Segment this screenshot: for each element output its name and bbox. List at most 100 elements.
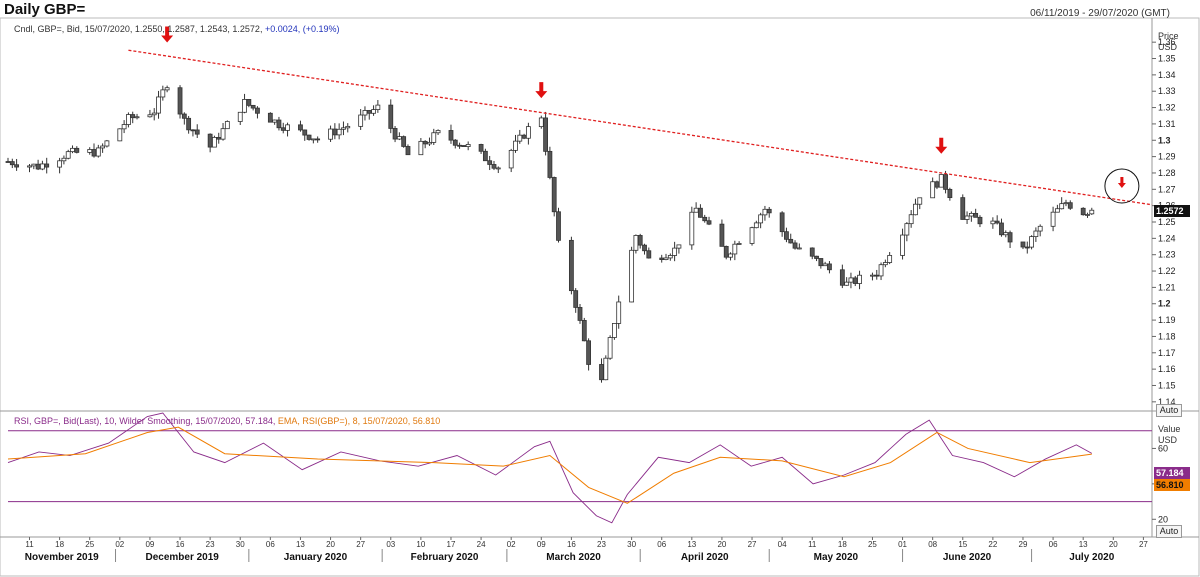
candle-body (9, 161, 15, 166)
price-tick-label: 1.3 (1158, 135, 1171, 145)
candle-body (844, 281, 850, 286)
candle-body (250, 104, 256, 109)
day-tick-label: 13 (296, 540, 305, 549)
day-tick-label: 18 (55, 540, 64, 549)
day-tick-label: 27 (748, 540, 757, 549)
candle-body (586, 340, 592, 365)
price-legend: Cndl, GBP=, Bid, 15/07/2020, 1.2550, 1.2… (14, 24, 340, 34)
candle-body (5, 161, 11, 163)
day-tick-label: 24 (477, 540, 486, 549)
red-down-arrow (935, 137, 948, 154)
candle-body (310, 138, 316, 141)
price-legend-change: +0.0024, (+0.19%) (264, 24, 340, 34)
day-tick-label: 25 (85, 540, 94, 549)
candle-body (822, 263, 828, 267)
candle-body (388, 104, 394, 129)
rsi-legend: RSI, GBP=, Bid(Last), 10, Wilder Smoothi… (14, 416, 440, 426)
candle-body (457, 144, 462, 147)
candle-body (698, 207, 703, 218)
candle-body (513, 140, 518, 151)
candle-body (418, 140, 424, 156)
candle-body (272, 119, 278, 123)
candle-body (719, 223, 725, 247)
candle-body (642, 244, 647, 252)
candle-body (392, 128, 398, 140)
page-title: Daily GBP= (4, 1, 86, 18)
price-tick-label: 1.18 (1158, 331, 1176, 341)
candle-body (706, 220, 712, 225)
candle-body (848, 277, 854, 283)
price-axis-title: Price (1158, 31, 1179, 41)
candle-body (328, 128, 333, 140)
day-tick-label: 02 (507, 540, 516, 549)
candle-body (900, 234, 905, 256)
candle-body (341, 127, 346, 130)
day-tick-label: 11 (25, 540, 34, 549)
candle-body (401, 136, 407, 147)
candle-body (766, 208, 772, 214)
candle-body (547, 150, 553, 178)
candle-body (736, 243, 742, 245)
candle-body (551, 177, 557, 213)
price-tick-label: 1.24 (1158, 233, 1176, 243)
rsi-auto-button[interactable]: Auto (1156, 525, 1182, 538)
candle-body (603, 357, 609, 381)
price-legend-text: Cndl, GBP=, Bid, 15/07/2020, 1.2550, 1.2… (14, 24, 265, 34)
candle-body (612, 323, 617, 338)
ema-value-tag: 56.810 (1154, 479, 1190, 491)
candle-body (104, 140, 110, 147)
candle-body (508, 149, 514, 169)
candle-body (1054, 208, 1060, 213)
candle-body (732, 243, 738, 255)
rsi-line (7, 412, 1093, 524)
candle-body (629, 249, 635, 303)
day-tick-label: 23 (206, 540, 215, 549)
candle-body (517, 134, 523, 142)
day-tick-label: 06 (266, 540, 275, 549)
price-tick-label: 1.32 (1158, 103, 1176, 113)
candle-body (599, 364, 604, 381)
candle-body (362, 110, 368, 116)
candle-body (538, 117, 544, 128)
candle-body (577, 307, 583, 321)
candle-body (91, 149, 97, 157)
candle-body (689, 211, 695, 246)
day-tick-label: 11 (808, 540, 817, 549)
candle-body (207, 133, 213, 148)
day-tick-label: 27 (356, 540, 365, 549)
day-tick-label: 17 (447, 540, 456, 549)
candle-body (1029, 236, 1034, 248)
candle-body (427, 142, 432, 145)
month-label: November 2019 (25, 552, 99, 563)
candle-body (758, 214, 764, 224)
price-tick-label: 1.16 (1158, 364, 1176, 374)
candle-body (1024, 246, 1030, 249)
month-label: July 2020 (1069, 552, 1114, 563)
day-tick-label: 25 (868, 540, 877, 549)
candle-body (431, 132, 437, 143)
candle-body (702, 216, 708, 222)
price-tick-label: 1.27 (1158, 184, 1176, 194)
candle-body (663, 257, 669, 260)
day-tick-label: 16 (567, 540, 576, 549)
candle-body (435, 130, 441, 134)
price-tick-label: 1.29 (1158, 152, 1176, 162)
candle-body (298, 124, 303, 131)
candle-body (14, 164, 20, 168)
candle-body (100, 145, 106, 149)
candle-body (147, 114, 153, 118)
day-tick-label: 08 (928, 540, 937, 549)
day-tick-label: 16 (176, 540, 185, 549)
price-tick-label: 1.17 (1158, 348, 1176, 358)
month-label: May 2020 (814, 552, 859, 563)
candle-body (723, 245, 729, 258)
candle-body (882, 262, 888, 266)
candle-body (646, 250, 652, 259)
candle-body (994, 220, 1000, 224)
day-tick-label: 20 (1109, 540, 1118, 549)
day-tick-label: 20 (717, 540, 726, 549)
month-label: February 2020 (411, 552, 479, 563)
candle-body (1050, 211, 1056, 227)
candle-body (375, 104, 381, 110)
price-auto-button[interactable]: Auto (1156, 404, 1182, 417)
